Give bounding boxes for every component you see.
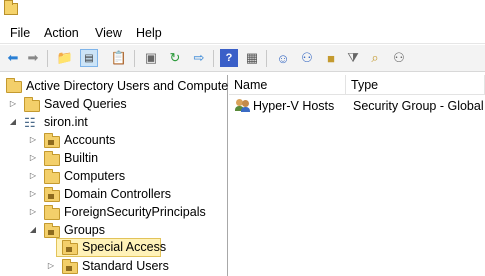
export-list-icon[interactable]: ⇨ [190,49,208,67]
toolbar-separator [134,50,135,67]
ou-folder-icon [62,259,78,274]
show-console-tree-icon[interactable]: ▤ [80,49,98,67]
tree-item-standard-users[interactable]: ▷ Standard Users [0,258,228,276]
ou-folder-icon [44,133,60,148]
tree-item-label: siron.int [44,115,88,129]
expand-arrow-icon[interactable]: ▷ [28,153,38,162]
tree-item-saved-queries[interactable]: ▷ Saved Queries [0,96,228,114]
toolbar-separator [213,50,214,67]
menu-file[interactable]: File [10,26,30,40]
clipboard-icon[interactable]: 📋 [110,49,128,67]
tree-item-domain[interactable]: ◢ ☷ siron.int [0,114,228,132]
tree-item-builtin[interactable]: ▷ Builtin [0,150,228,168]
details-list: Name Type Hyper-V Hosts Security Group -… [229,75,485,276]
new-group-icon[interactable]: ⚇ [298,49,316,67]
directory-icon [6,78,22,93]
find-icon[interactable]: ⌕ [366,49,384,67]
toolbar: ⬅ ➡ 📁 ▤ 📋 ▣ ↻ ⇨ ? ▦ ☺ ⚇ ■ ⧩ ⌕ ⚇ [0,45,485,72]
toolbar-separator [47,50,48,67]
up-folder-icon[interactable]: 📁 [56,49,74,67]
tree-item-label: Builtin [64,151,99,165]
back-arrow-icon[interactable]: ⬅ [4,49,22,67]
list-item[interactable]: Hyper-V Hosts Security Group - Global [229,96,485,116]
expand-arrow-icon[interactable]: ▷ [46,261,56,270]
tree-item-root[interactable]: Active Directory Users and Computers [0,78,239,96]
tree-item-label: Special Access [82,240,167,254]
filter-icon[interactable]: ⧩ [344,49,362,67]
group-name: Hyper-V Hosts [253,99,335,113]
menu-view[interactable]: View [95,26,122,40]
expand-arrow-icon[interactable]: ▷ [28,207,38,216]
tree-item-special-access[interactable]: Special Access [0,239,228,257]
tree-item-accounts[interactable]: ▷ Accounts [0,132,228,150]
tree-item-label: Saved Queries [44,97,127,111]
group-type: Security Group - Global [353,99,484,113]
collapse-arrow-icon[interactable]: ◢ [8,117,18,126]
forward-arrow-icon[interactable]: ➡ [24,49,42,67]
properties-icon[interactable]: ▣ [142,49,160,67]
title-bar [0,0,485,22]
tree-item-foreign-security-principals[interactable]: ▷ ForeignSecurityPrincipals [0,204,228,222]
new-user-icon[interactable]: ☺ [274,49,292,67]
ou-folder-icon [62,240,78,255]
expand-arrow-icon[interactable]: ▷ [28,189,38,198]
app-folder-icon [4,0,18,15]
collapse-arrow-icon[interactable]: ◢ [28,225,38,234]
tree-item-label: Standard Users [82,259,169,273]
tree-item-computers[interactable]: ▷ Computers [0,168,228,186]
ou-folder-icon [44,223,60,238]
expand-arrow-icon[interactable]: ▷ [8,99,18,108]
folder-icon [44,169,60,184]
delegate-control-icon[interactable]: ⚇ [390,49,408,67]
menu-action[interactable]: Action [44,26,79,40]
tree-item-label: Accounts [64,133,116,147]
folder-icon [44,205,60,220]
new-ou-icon[interactable]: ■ [322,49,340,67]
action-pane-icon[interactable]: ▦ [243,49,261,67]
refresh-icon[interactable]: ↻ [166,49,184,67]
tree-item-label: ForeignSecurityPrincipals [64,205,206,219]
tree-item-label: Domain Controllers [64,187,171,201]
menu-bar: File Action View Help [0,22,485,44]
column-header-name[interactable]: Name [229,75,346,95]
help-icon[interactable]: ? [220,49,238,67]
folder-icon [44,151,60,166]
folder-icon [24,97,40,112]
column-header-type[interactable]: Type [346,75,485,95]
domain-icon: ☷ [24,115,36,130]
tree-item-label: Groups [64,223,105,237]
toolbar-separator [266,50,267,67]
tree-item-domain-controllers[interactable]: ▷ Domain Controllers [0,186,228,204]
expand-arrow-icon[interactable]: ▷ [28,171,38,180]
expand-arrow-icon[interactable]: ▷ [28,135,38,144]
tree-item-label: Active Directory Users and Computers [26,79,239,93]
ou-folder-icon [44,187,60,202]
menu-help[interactable]: Help [136,26,162,40]
security-group-icon [235,98,251,112]
tree-item-label: Computers [64,169,126,183]
